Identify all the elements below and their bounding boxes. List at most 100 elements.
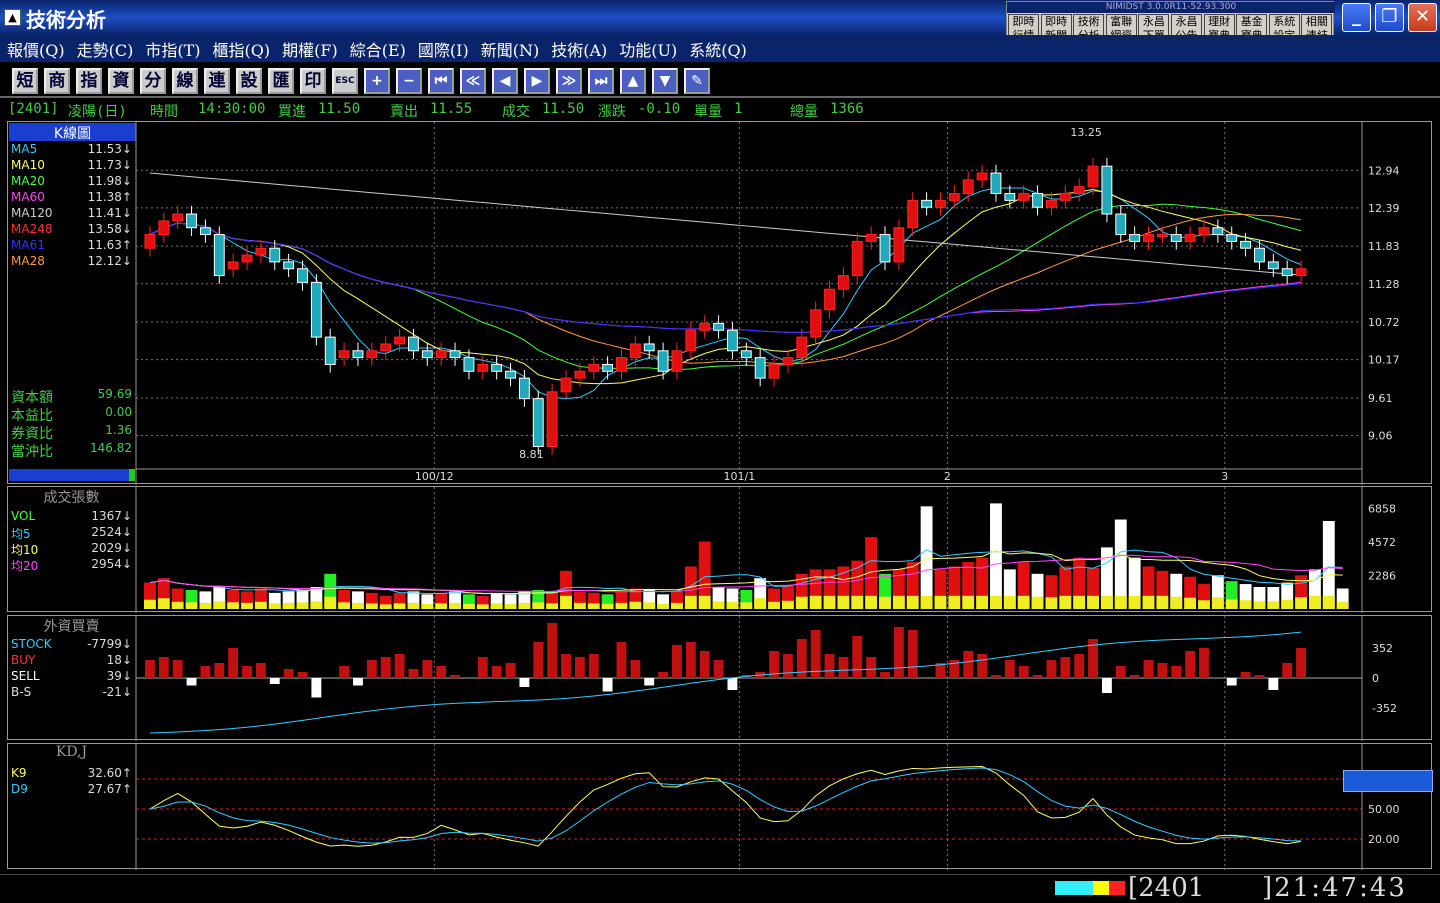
kd-chart[interactable]: 50.00 20.00 (8, 744, 1433, 870)
y-tick-label: -352 (1372, 702, 1397, 715)
candle-body (532, 398, 544, 447)
volume-inner-bar (227, 602, 240, 609)
menu-item-3[interactable]: 櫃指(Q) (206, 37, 276, 61)
toolbar-button-15[interactable]: ◀ (492, 68, 518, 94)
toolbar-button-21[interactable]: ✎ (684, 68, 710, 94)
volume-inner-bar (268, 603, 281, 609)
total-volume-value: 1366 (830, 101, 864, 117)
version-label: NIMIDST 3.0.0R11-52.93.300 (1007, 2, 1335, 13)
volume-inner-bar (684, 595, 697, 609)
kd-panel[interactable]: KD,J K9 32.60↑ D9 27.67↑ 50.00 20.00 (7, 743, 1433, 870)
foreign-buy-bar (782, 654, 793, 678)
close-button[interactable]: ✕ (1408, 3, 1437, 32)
toolbar-button-10[interactable]: ESC (332, 68, 358, 94)
kline-chart[interactable]: 12.94 12.39 11.83 11.28 10.72 10.17 9.61 9.06 10… (8, 122, 1433, 485)
menu-item-1[interactable]: 走勢(C) (70, 37, 139, 61)
quick-button-line1: 相關 (1305, 15, 1328, 28)
volume-inner-bar (185, 602, 198, 609)
volume-inner-bar (823, 595, 836, 609)
volume-inner-bar (1156, 595, 1169, 609)
toolbar-button-1[interactable]: 商 (44, 68, 70, 94)
candle-body (1129, 234, 1141, 242)
menu-item-10[interactable]: 系統(Q) (682, 37, 752, 61)
foreign-panel[interactable]: 外資買賣 STOCK -7799↓ BUY 18↓ SELL 39↓ B-S -21↓ 352… (7, 615, 1433, 741)
y-tick-label: 0 (1372, 672, 1379, 685)
toolbar-button-8[interactable]: 匯 (268, 68, 294, 94)
toolbar-button-17[interactable]: ≫ (556, 68, 582, 94)
foreign-buy-bar (630, 660, 641, 678)
kline-panel[interactable]: K線圖 MA5 11.53↓ MA10 11.73↓ MA20 11.98↓ MA60 11.… (7, 121, 1433, 485)
candle-body (449, 350, 461, 359)
volume-inner-bar (1281, 599, 1294, 609)
total-volume-label: 總量 (790, 104, 818, 120)
maximize-button[interactable]: ❐ (1375, 3, 1404, 32)
foreign-buy-bar (214, 663, 225, 678)
x-tick-label: 100/12 (415, 470, 454, 483)
quick-button-line1: 即時 (1012, 15, 1035, 28)
foreign-buy-bar (1004, 660, 1015, 678)
volume-inner-bar (365, 603, 378, 609)
app-chart-icon[interactable]: ▲ (4, 9, 21, 26)
toolbar-button-4[interactable]: 分 (140, 68, 166, 94)
foreign-sell-bar (602, 678, 613, 692)
toolbar-button-20[interactable]: ▼ (652, 68, 678, 94)
candle-body (1267, 261, 1279, 270)
foreign-buy-bar (158, 657, 169, 678)
volume-inner-bar (934, 595, 947, 609)
volume-chart[interactable]: 6858 4572 2286 (8, 487, 1433, 613)
x-tick-label: 2 (944, 470, 951, 483)
menu-item-4[interactable]: 期權(F) (275, 37, 343, 61)
toolbar-button-13[interactable]: ⏮ (428, 68, 454, 94)
volume-inner-bar (407, 602, 420, 609)
foreign-buy-bar (1115, 666, 1126, 678)
foreign-chart[interactable]: 352 0 -352 (8, 616, 1433, 741)
kd-scroll-widget[interactable] (1343, 770, 1433, 792)
toolbar-button-9[interactable]: 印 (300, 68, 326, 94)
toolbar-button-6[interactable]: 連 (204, 68, 230, 94)
candle-body (227, 261, 239, 270)
toolbar-button-18[interactable]: ⏭ (588, 68, 614, 94)
foreign-buy-bar (588, 654, 599, 678)
volume-inner-bar (1211, 597, 1224, 609)
unit-volume-value: 1 (734, 101, 743, 117)
toolbar-button-12[interactable]: − (396, 68, 422, 94)
menu-item-8[interactable]: 技術(A) (544, 37, 612, 61)
menu-item-2[interactable]: 市指(T) (138, 37, 205, 61)
toolbar-button-5[interactable]: 線 (172, 68, 198, 94)
volume-inner-bar (241, 602, 253, 609)
volume-inner-bar (1198, 600, 1210, 609)
toolbar-button-0[interactable]: 短 (12, 68, 38, 94)
volume-inner-bar (1114, 595, 1127, 609)
menu-item-9[interactable]: 功能(U) (612, 37, 682, 61)
toolbar-button-11[interactable]: + (364, 68, 390, 94)
candle-body (685, 329, 697, 352)
toolbar-button-14[interactable]: ≪ (460, 68, 486, 94)
high-label: 13.25 (1070, 126, 1102, 139)
toolbar-button-7[interactable]: 設 (236, 68, 262, 94)
toolbar-button-19[interactable]: ▲ (620, 68, 646, 94)
toolbar-button-3[interactable]: 資 (108, 68, 134, 94)
candle-body (935, 199, 946, 208)
foreign-buy-bar (422, 660, 433, 678)
foreign-buy-bar (533, 642, 544, 678)
quote-info-bar: [2401] 凌陽(日) 時間 14:30:00 買進 11.50 賣出 11.… (8, 100, 1432, 120)
menu-item-0[interactable]: 報價(Q) (0, 37, 70, 61)
foreign-buy-bar (394, 654, 405, 678)
foreign-buy-bar (880, 672, 890, 678)
foreign-buy-bar (477, 657, 488, 678)
volume-inner-bar (476, 604, 489, 609)
volume-inner-bar (1295, 597, 1307, 609)
foreign-buy-bar (713, 660, 724, 678)
menu-item-5[interactable]: 綜合(E) (343, 37, 411, 61)
candle-body (213, 234, 225, 277)
menu-item-7[interactable]: 新聞(N) (474, 37, 545, 61)
volume-inner-bar (560, 595, 572, 609)
volume-panel[interactable]: 成交張數 VOL 1367↓ 均5 2524↓ 均10 2029↓ 均20 2954↓ 685… (7, 486, 1433, 613)
volume-inner-bar (435, 603, 448, 609)
y-tick-label: 9.61 (1368, 392, 1393, 405)
toolbar-button-2[interactable]: 指 (76, 68, 102, 94)
toolbar-button-16[interactable]: ▶ (524, 68, 550, 94)
minimize-button[interactable]: _ (1342, 3, 1371, 32)
candle-body (657, 350, 669, 372)
menu-item-6[interactable]: 國際(I) (411, 37, 474, 61)
